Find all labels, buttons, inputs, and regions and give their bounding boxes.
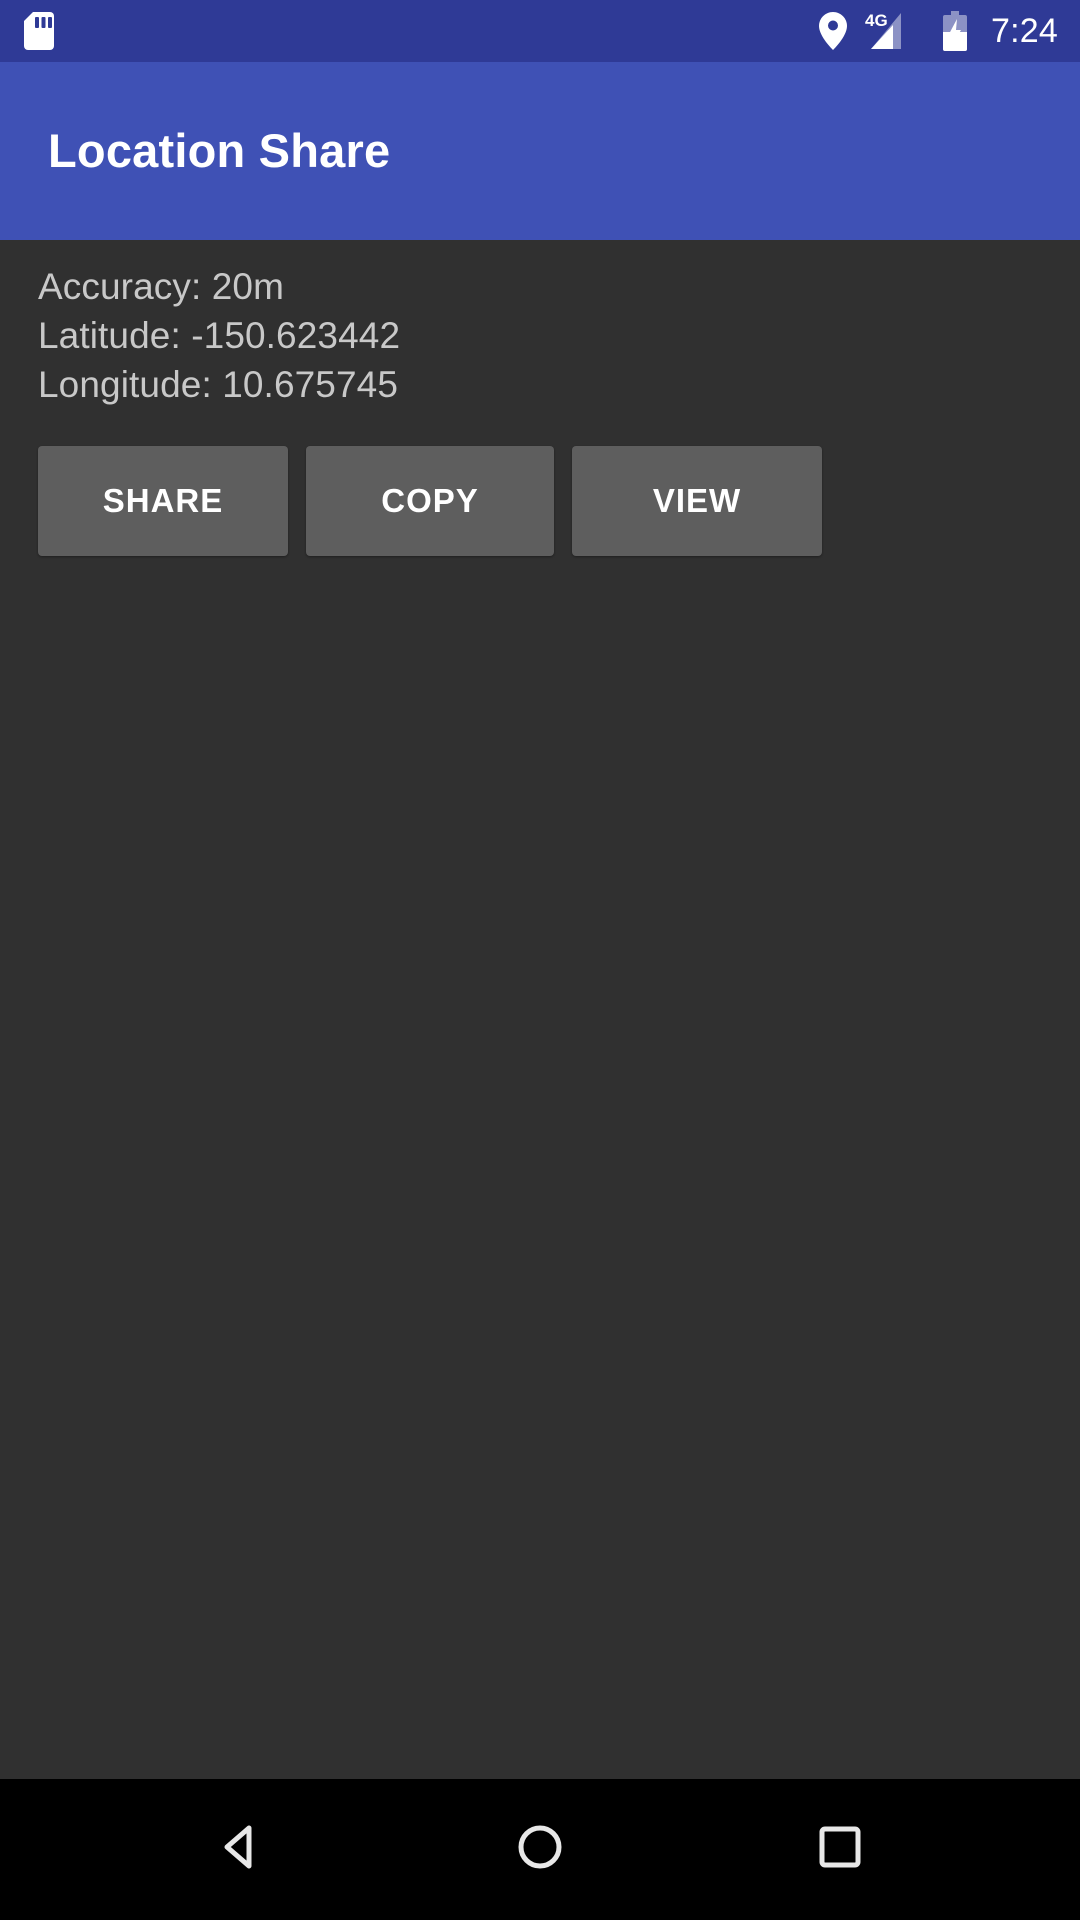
battery-charging-icon <box>941 11 969 51</box>
recents-square-icon <box>811 1818 869 1881</box>
location-pin-icon <box>819 12 848 50</box>
app-bar: Location Share <box>0 62 1080 240</box>
action-button-row: SHARE COPY VIEW <box>38 446 1042 556</box>
signal-4g-icon: 4G <box>863 11 925 51</box>
sdcard-icon <box>24 12 54 50</box>
longitude-text: Longitude: 10.675745 <box>38 364 399 405</box>
navigation-bar <box>0 1779 1080 1920</box>
home-button[interactable] <box>480 1800 600 1900</box>
home-circle-icon <box>511 1818 569 1881</box>
recents-button[interactable] <box>780 1800 900 1900</box>
status-bar-clock: 7:24 <box>991 12 1058 50</box>
page-title: Location Share <box>48 124 391 178</box>
svg-text:4G: 4G <box>865 11 888 30</box>
status-bar-right-icons: 4G 7:24 <box>819 11 1058 51</box>
copy-button[interactable]: COPY <box>306 446 554 556</box>
main-content: Accuracy: 20m Latitude: -150.623442 Long… <box>0 240 1080 1779</box>
back-button[interactable] <box>180 1800 300 1900</box>
accuracy-text: Accuracy: 20m <box>38 266 284 307</box>
back-triangle-icon <box>211 1818 269 1881</box>
view-button[interactable]: VIEW <box>572 446 822 556</box>
status-bar-left-icons <box>24 12 54 50</box>
share-button[interactable]: SHARE <box>38 446 288 556</box>
status-bar: 4G 7:24 <box>0 0 1080 62</box>
latitude-text: Latitude: -150.623442 <box>38 315 401 356</box>
location-info-block: Accuracy: 20m Latitude: -150.623442 Long… <box>38 240 1042 409</box>
phone-screen: 4G 7:24 Location Share Accuracy: 20m Lat… <box>0 0 1080 1920</box>
